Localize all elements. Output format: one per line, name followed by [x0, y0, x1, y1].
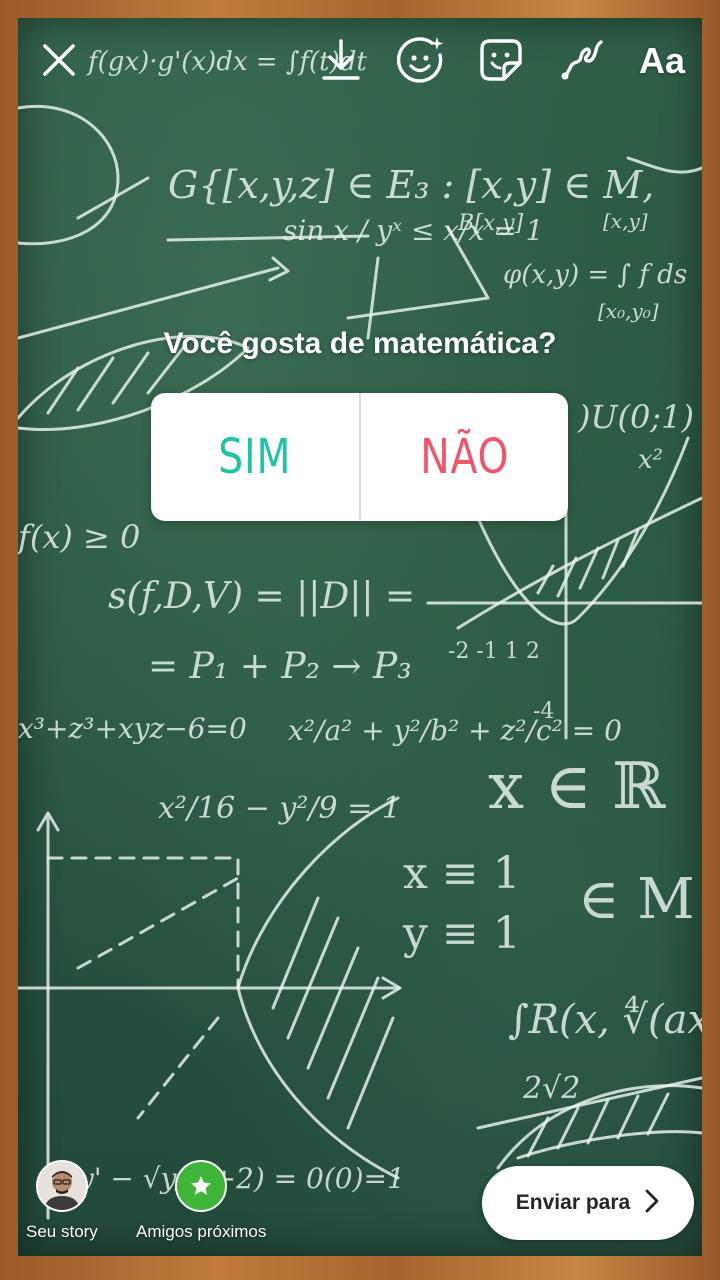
chalk-formula-8: )U(0;1): [577, 398, 694, 436]
draw-icon[interactable]: [555, 34, 607, 86]
close-friends-icon: [175, 1160, 228, 1212]
chalk-formula-11: = P₁ + P₂ → P₃: [148, 646, 412, 687]
chalk-x-squared: x²: [638, 445, 663, 475]
download-icon[interactable]: [315, 34, 367, 86]
send-to-label: Enviar para: [515, 1191, 631, 1214]
chalk-formula-20: 2√2: [522, 1071, 580, 1106]
avatar: [35, 1160, 88, 1212]
chalk-formula-18: ∈ M: [578, 867, 695, 932]
chalk-formula-2: G{[x,y,z] ∈ E₃ : [x,y] ∈ M,: [168, 163, 654, 207]
chalk-formula-17: y ≡ 1: [402, 908, 521, 959]
close-icon[interactable]: [33, 34, 85, 86]
close-friends-label: Amigos próximos: [136, 1222, 267, 1241]
text-tool-button[interactable]: Aa: [630, 38, 694, 84]
chalk-formula-13: x²/a² + y²/b² + z²/c² = 0: [288, 714, 622, 747]
chalk-formula-19: ∫R(x, ∜(ax/cx)): [508, 995, 702, 1043]
chalk-formula-14: x ∈ ℝ: [488, 750, 666, 824]
close-friends-button[interactable]: Amigos próximos: [136, 1160, 266, 1242]
chalk-formula-7: [x₀,y₀]: [598, 299, 659, 323]
chalk-formula-12: x³+z³+xyz−6=0: [18, 712, 247, 745]
poll-sticker[interactable]: SIM NÃO: [151, 393, 568, 521]
your-story-button[interactable]: Seu story: [26, 1160, 98, 1242]
chalk-axis-tick-minus4: -4: [533, 699, 554, 724]
poll-divider: [358, 393, 361, 521]
chalk-formula-5: φ(x,y) = ∫ f ds: [503, 260, 687, 290]
chalk-formula-10: s(f,D,V) = ||D|| =: [108, 576, 415, 617]
poll-option-yes[interactable]: SIM: [170, 393, 340, 521]
your-story-label: Seu story: [26, 1222, 98, 1241]
chalkboard-drawing: f(gx)·g'(x)dx = ∫f(t)dt G{[x,y,z] ∈ E₃ :…: [18, 47, 702, 1220]
sticker-icon[interactable]: [475, 34, 527, 86]
send-to-button[interactable]: Enviar para: [482, 1166, 694, 1240]
chalkboard-background: f(gx)·g'(x)dx = ∫f(t)dt G{[x,y,z] ∈ E₃ :…: [18, 18, 702, 1256]
chalk-formula-9: f(x) ≥ 0: [18, 518, 140, 556]
chalk-formula-4: B[x,y]: [457, 211, 524, 236]
chalk-formula-16: x ≡ 1: [403, 848, 521, 899]
chevron-right-icon: [644, 1188, 660, 1219]
chalk-formula-15: x²/16 − y²/9 = 1: [158, 791, 401, 826]
chalk-axis-ticks: -2 -1 1 2: [448, 639, 540, 664]
chalk-formula-6: [x,y]: [603, 209, 648, 233]
poll-option-no[interactable]: NÃO: [379, 393, 549, 521]
face-effects-icon[interactable]: [395, 34, 447, 86]
poll-question: Você gosta de matemática?: [163, 327, 557, 360]
